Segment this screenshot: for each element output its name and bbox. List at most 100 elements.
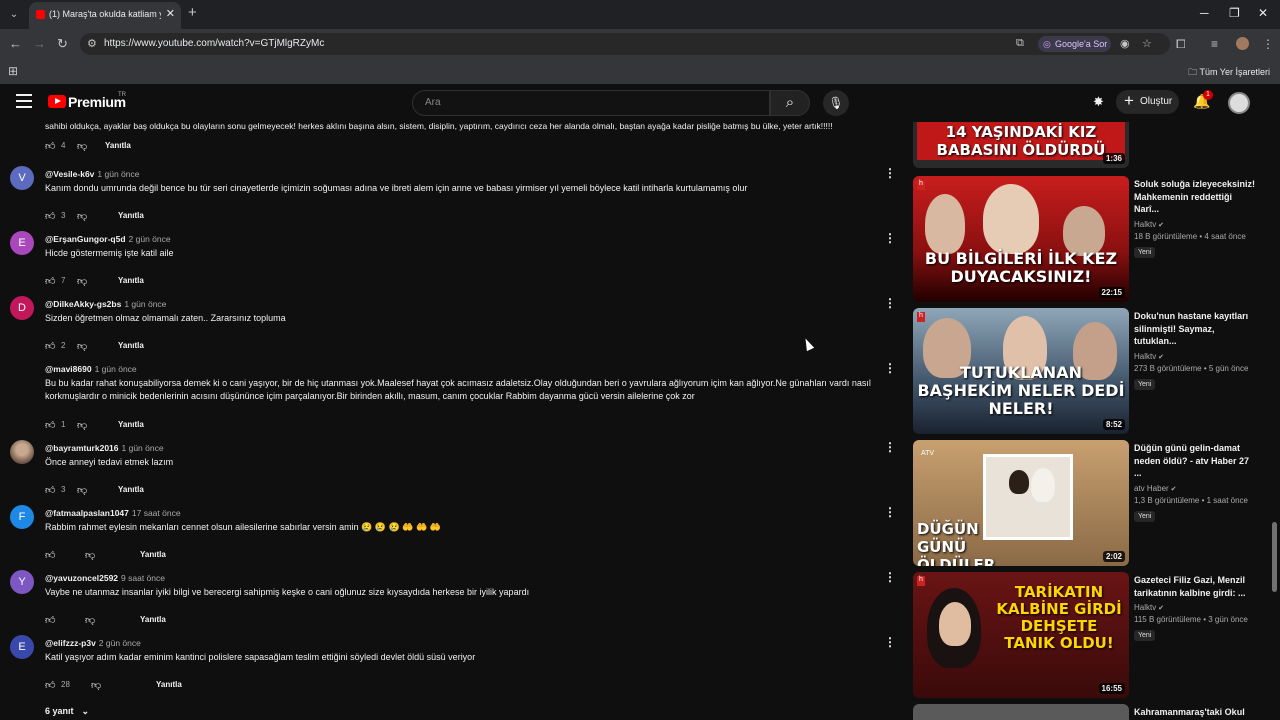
video-title[interactable]: Doku'nun hastane kayıtları silinmişti! S… xyxy=(1134,310,1259,348)
comment-avatar[interactable] xyxy=(10,361,34,385)
video-thumbnail[interactable]: ATV DÜĞÜN GÜNÜ ÖLDÜLER 2:02 xyxy=(913,440,1129,566)
comment-time[interactable]: 1 gün önce xyxy=(97,169,139,179)
menu-kebab-icon[interactable]: ⋮ xyxy=(1262,37,1274,51)
video-thumbnail[interactable]: h 14 YAŞINDAKİ KIZ BABASINI ÖLDÜRDÜ 1:36 xyxy=(913,122,1129,168)
like-icon[interactable]: 👍︎ xyxy=(45,140,55,152)
channel-name[interactable]: Halktv xyxy=(1134,352,1259,361)
comment-menu-icon[interactable]: ⋮ xyxy=(884,296,896,310)
media-controls-icon[interactable]: ≡ xyxy=(1211,37,1218,51)
dislike-icon[interactable]: 👎︎ xyxy=(77,210,87,222)
comment-avatar[interactable]: E xyxy=(10,231,34,255)
video-title[interactable]: Düğün günü gelin-damat neden öldü? - atv… xyxy=(1134,442,1259,480)
voice-search-mic-icon[interactable]: 🎙 xyxy=(823,90,849,116)
search-input[interactable]: Ara xyxy=(412,90,770,116)
install-app-icon[interactable]: ⧉ xyxy=(1016,37,1024,50)
user-avatar[interactable] xyxy=(1228,92,1250,114)
dislike-icon[interactable]: 👎︎ xyxy=(77,484,87,496)
youtube-logo-icon[interactable] xyxy=(48,95,66,108)
like-icon[interactable]: 👍︎ xyxy=(45,549,55,561)
reply-button[interactable]: Yanıtla xyxy=(118,341,144,350)
comment-author[interactable]: @yavuzoncel2592 xyxy=(45,573,118,583)
search-button[interactable]: ⌕ xyxy=(770,90,810,116)
dislike-icon[interactable]: 👎︎ xyxy=(77,419,87,431)
restore-icon[interactable]: ❐ xyxy=(1229,6,1240,20)
comment-time[interactable]: 9 saat önce xyxy=(121,573,165,583)
browser-profile-avatar[interactable] xyxy=(1236,37,1249,50)
comment-time[interactable]: 2 gün önce xyxy=(99,638,141,648)
reply-button[interactable]: Yanıtla xyxy=(118,420,144,429)
apps-grid-icon[interactable]: ⊞ xyxy=(8,64,18,78)
dislike-icon[interactable]: 👎︎ xyxy=(85,614,95,626)
reply-button[interactable]: Yanıtla xyxy=(140,550,166,559)
comment-avatar[interactable]: D xyxy=(10,296,34,320)
video-thumbnail[interactable] xyxy=(913,704,1129,720)
comment-author[interactable]: @fatmaalpaslan1047 xyxy=(45,508,129,518)
channel-name[interactable]: atv Haber xyxy=(1134,484,1259,493)
video-title[interactable]: Soluk soluğa izleyeceksiniz! Mahkemenin … xyxy=(1134,178,1259,216)
browser-tab[interactable]: (1) Maraş'ta okulda katliam yap… ✕ xyxy=(29,2,181,29)
eye-off-icon[interactable]: ◉ xyxy=(1120,37,1130,50)
comment-author[interactable]: @bayramturk2016 xyxy=(45,443,119,453)
dislike-icon[interactable]: 👎︎ xyxy=(77,340,87,352)
google-sor-button[interactable]: Google'a Sor xyxy=(1038,36,1111,52)
extensions-icon[interactable]: ⧠ xyxy=(1176,37,1186,52)
comment-menu-icon[interactable]: ⋮ xyxy=(884,440,896,454)
video-thumbnail[interactable]: h BU BİLGİLERİ İLK KEZ DUYACAKSINIZ! 22:… xyxy=(913,176,1129,302)
reply-button[interactable]: Yanıtla xyxy=(118,211,144,220)
dislike-icon[interactable]: 👎︎ xyxy=(77,140,87,152)
like-icon[interactable]: 👍︎ xyxy=(45,275,55,287)
hamburger-menu-icon[interactable] xyxy=(16,94,32,108)
cast-icon[interactable]: ✸ xyxy=(1093,94,1104,110)
tab-search-chevron-icon[interactable]: ⌄ xyxy=(5,6,23,24)
url-text[interactable]: https://www.youtube.com/watch?v=GTjMlgRZ… xyxy=(104,38,324,49)
video-title[interactable]: Gazeteci Filiz Gazi, Menzil tarikatının … xyxy=(1134,574,1259,599)
comment-time[interactable]: 17 saat önce xyxy=(132,508,181,518)
dislike-icon[interactable]: 👎︎ xyxy=(77,275,87,287)
like-icon[interactable]: 👍︎ xyxy=(45,340,55,352)
comment-avatar[interactable] xyxy=(10,440,34,464)
back-icon[interactable]: ← xyxy=(9,36,22,51)
reload-icon[interactable]: ↻ xyxy=(57,36,68,52)
channel-name[interactable]: Halktv xyxy=(1134,220,1259,229)
comment-author[interactable]: @DilkeAkky-gs2bs xyxy=(45,299,121,309)
reply-button[interactable]: Yanıtla xyxy=(118,276,144,285)
create-button[interactable]: Oluştur xyxy=(1116,89,1179,114)
video-thumbnail[interactable]: h TUTUKLANAN BAŞHEKİM NELER DEDİ NELER! … xyxy=(913,308,1129,434)
comment-avatar[interactable]: V xyxy=(10,166,34,190)
like-icon[interactable]: 👍︎ xyxy=(45,484,55,496)
comment-menu-icon[interactable]: ⋮ xyxy=(884,231,896,245)
site-info-icon[interactable]: ⚙ xyxy=(87,37,97,50)
close-window-icon[interactable]: ✕ xyxy=(1258,6,1268,20)
close-tab-icon[interactable]: ✕ xyxy=(166,7,175,20)
comment-time[interactable]: 2 gün önce xyxy=(129,234,171,244)
like-icon[interactable]: 👍︎ xyxy=(45,614,55,626)
page-scrollbar[interactable] xyxy=(1272,522,1277,592)
comment-time[interactable]: 1 gün önce xyxy=(124,299,166,309)
new-tab-icon[interactable]: + xyxy=(188,4,197,21)
comment-author[interactable]: @Vesile-k6v xyxy=(45,169,94,179)
like-icon[interactable]: 👍︎ xyxy=(45,679,55,691)
comment-time[interactable]: 1 gün önce xyxy=(95,364,137,374)
comment-menu-icon[interactable]: ⋮ xyxy=(884,505,896,519)
comment-menu-icon[interactable]: ⋮ xyxy=(884,361,896,375)
comment-avatar[interactable]: Y xyxy=(10,570,34,594)
comment-author[interactable]: @ErşanGungor-q5d xyxy=(45,234,126,244)
comment-author[interactable]: @mavi8690 xyxy=(45,364,92,374)
reply-button[interactable]: Yanıtla xyxy=(140,615,166,624)
dislike-icon[interactable]: 👎︎ xyxy=(91,679,101,691)
comment-author[interactable]: @elifzzz-p3v xyxy=(45,638,96,648)
comment-menu-icon[interactable]: ⋮ xyxy=(884,570,896,584)
reply-button[interactable]: Yanıtla xyxy=(105,141,131,150)
replies-toggle-button[interactable]: 6 yanıt ⌄ xyxy=(45,706,89,717)
dislike-icon[interactable]: 👎︎ xyxy=(85,549,95,561)
forward-icon[interactable]: → xyxy=(33,36,46,51)
omnibox[interactable]: ⚙ https://www.youtube.com/watch?v=GTjMlg… xyxy=(80,33,1170,55)
reply-button[interactable]: Yanıtla xyxy=(118,485,144,494)
all-bookmarks-button[interactable]: 🗀 Tüm Yer İşaretleri xyxy=(1188,65,1270,81)
comment-avatar[interactable]: F xyxy=(10,505,34,529)
like-icon[interactable]: 👍︎ xyxy=(45,419,55,431)
comment-menu-icon[interactable]: ⋮ xyxy=(884,635,896,649)
video-thumbnail[interactable]: h TARİKATIN KALBİNE GİRDİ DEHŞETE TANIK … xyxy=(913,572,1129,698)
bookmark-star-icon[interactable]: ☆ xyxy=(1142,37,1152,50)
channel-name[interactable]: Halktv xyxy=(1134,603,1259,612)
